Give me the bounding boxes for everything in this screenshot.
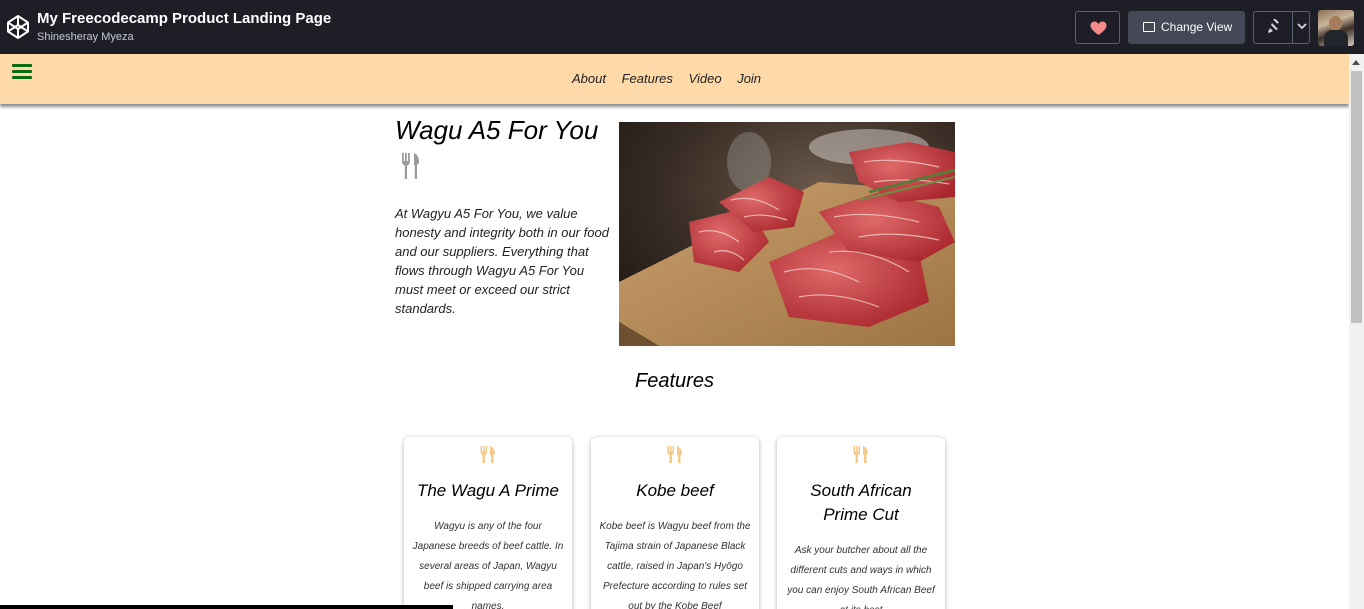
avatar-body [1324, 30, 1348, 46]
heart-icon [1090, 21, 1107, 35]
feature-card: The Wagu A Prime Wagyu is any of the fou… [404, 437, 572, 609]
hero-description: At Wagyu A5 For You, we value honesty an… [395, 206, 609, 316]
hamburger-menu-icon[interactable] [12, 64, 32, 82]
avatar-face [1329, 16, 1342, 31]
scroll-up-arrow-icon[interactable] [1352, 60, 1360, 65]
feature-card: Kobe beef Kobe beef is Wagyu beef from t… [591, 437, 759, 609]
feature-card-title: The Wagu A Prime [416, 481, 560, 500]
utensils-icon [667, 446, 682, 463]
feature-card-text: Wagyu is any of the four Japanese breeds… [412, 521, 564, 609]
change-view-icon [1143, 22, 1155, 32]
vertical-scrollbar[interactable] [1349, 54, 1364, 609]
feature-card: South African Prime Cut Ask your butcher… [777, 437, 945, 609]
avatar[interactable] [1318, 10, 1354, 46]
pin-icon [1268, 19, 1279, 33]
pen-title[interactable]: My Freecodecamp Product Landing Page [37, 10, 331, 27]
feature-card-title: South African Prime Cut [810, 481, 912, 524]
hero-heading: Wagu A5 For You [395, 112, 605, 186]
nav-link-about[interactable]: About [572, 71, 606, 86]
scrollbar-thumb[interactable] [1351, 71, 1362, 323]
utensils-icon [480, 446, 495, 463]
wagyu-beef-image [619, 122, 955, 346]
change-view-button[interactable]: Change View [1128, 11, 1245, 44]
feature-card-text: Kobe beef is Wagyu beef from the Tajima … [599, 521, 751, 609]
features-heading: Features [635, 370, 714, 392]
codepen-logo-icon[interactable] [6, 14, 30, 40]
nav-link-video[interactable]: Video [689, 71, 722, 86]
feature-card-title: Kobe beef [636, 481, 714, 500]
fork-knife-icon [402, 153, 419, 179]
chevron-down-icon[interactable] [1296, 20, 1308, 32]
pin-divider [1292, 12, 1293, 43]
pin-button[interactable] [1253, 11, 1310, 44]
utensils-icon [853, 446, 868, 463]
hero-title-text: Wagu A5 For You [395, 115, 599, 145]
nav-link-join[interactable]: Join [737, 71, 761, 86]
codepen-header: My Freecodecamp Product Landing Page Shi… [0, 0, 1364, 54]
pen-preview: About Features Video Join Wagu A5 For Yo… [0, 54, 1364, 609]
page-load-progress-bar [0, 605, 453, 609]
feature-card-text: Ask your butcher about all the different… [787, 545, 935, 609]
pen-author[interactable]: Shinesheray Myeza [37, 31, 134, 43]
nav-link-features[interactable]: Features [622, 71, 673, 86]
site-navbar: About Features Video Join [0, 54, 1349, 104]
change-view-label: Change View [1161, 20, 1233, 34]
like-button[interactable] [1075, 11, 1120, 44]
nav-links: About Features Video Join [572, 71, 773, 86]
